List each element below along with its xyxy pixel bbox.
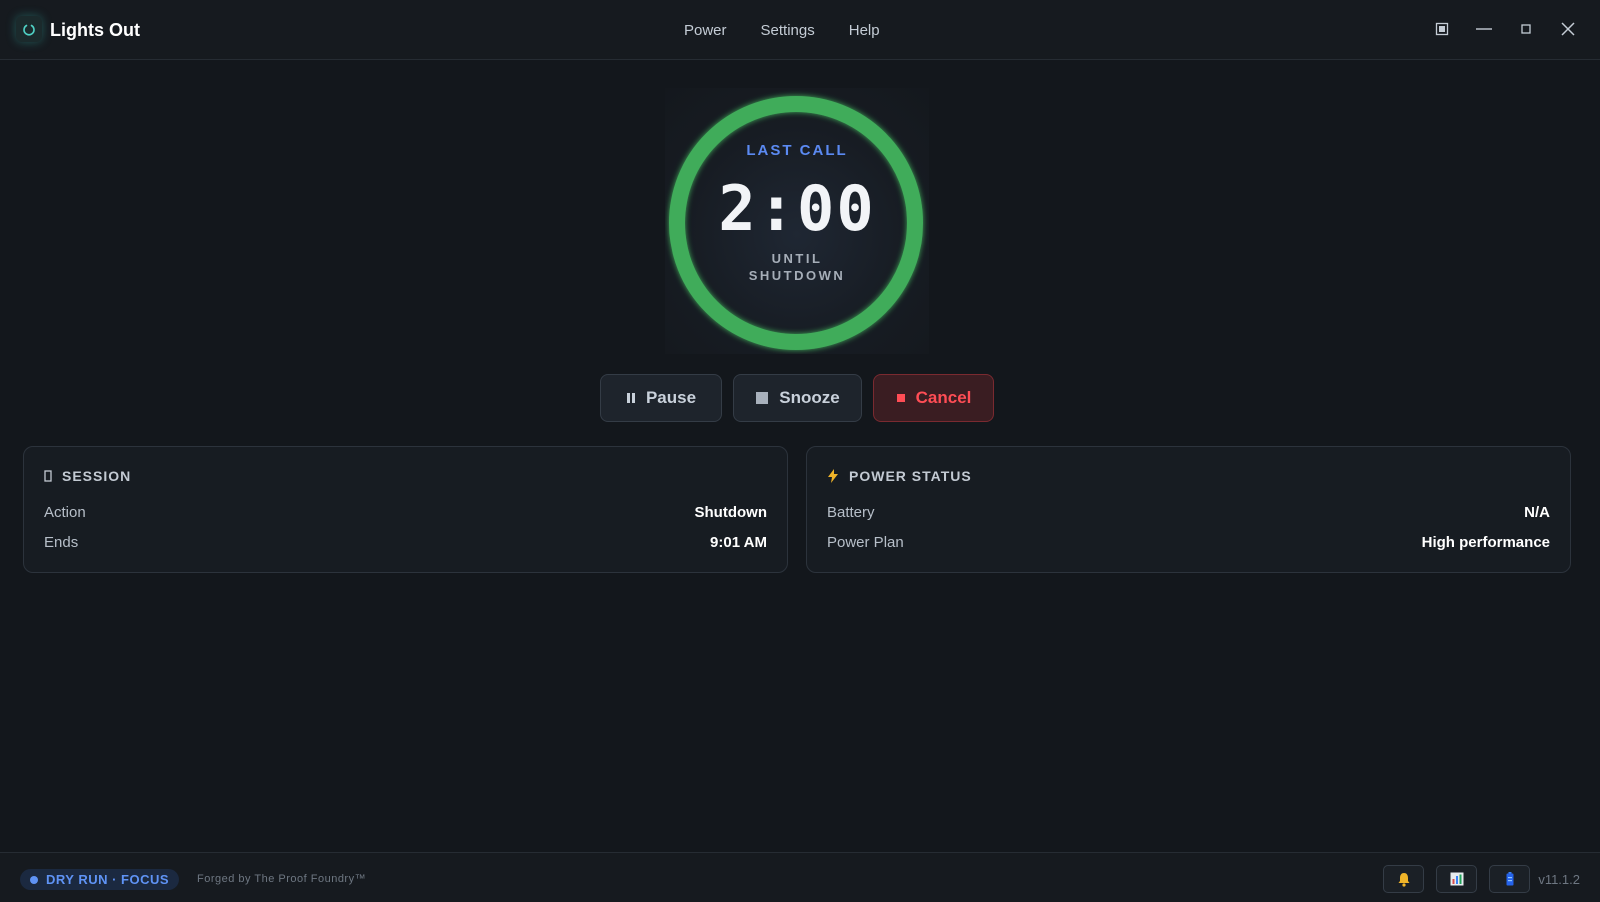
session-action-value: Shutdown [694, 504, 767, 521]
countdown-timer: LAST CALL 2:00 UNTIL SHUTDOWN [665, 88, 929, 354]
battery-button[interactable] [1489, 865, 1530, 893]
timer-actions: Pause Snooze Cancel [600, 374, 994, 422]
bar-chart-icon [1450, 872, 1463, 886]
maximize-icon [1521, 24, 1531, 34]
power-row-plan: Power Plan High performance [827, 534, 1550, 551]
close-icon [1561, 22, 1575, 36]
power-row-battery: Battery N/A [827, 504, 1550, 521]
timer-bottom-label-line1: UNTIL [771, 251, 823, 266]
pause-button[interactable]: Pause [600, 374, 722, 422]
session-row-ends: Ends 9:01 AM [44, 534, 767, 551]
menu-help[interactable]: Help [849, 22, 880, 39]
session-action-key: Action [44, 504, 86, 521]
compact-mode-button[interactable] [1432, 18, 1452, 40]
mode-dot-icon [30, 875, 38, 884]
battery-value: N/A [1524, 504, 1550, 521]
pause-label: Pause [645, 388, 697, 407]
cancel-button[interactable]: Cancel [873, 374, 994, 422]
bell-icon [1398, 872, 1409, 887]
session-heading: SESSION [44, 468, 131, 484]
pause-icon [626, 393, 635, 403]
menu-settings[interactable]: Settings [761, 22, 815, 39]
maximize-button[interactable] [1516, 18, 1536, 40]
power-status-heading-label: POWER STATUS [849, 468, 972, 484]
power-plan-key: Power Plan [827, 534, 904, 551]
status-bar: DRY RUN · FOCUS Forged by The Proof Foun… [0, 852, 1600, 902]
square-icon [756, 392, 769, 404]
title-bar: Lights Out Power Settings Help [0, 0, 1600, 60]
stats-button[interactable] [1436, 865, 1477, 893]
snooze-button[interactable]: Snooze [733, 374, 862, 422]
menu-power[interactable]: Power [684, 22, 727, 39]
session-ends-key: Ends [44, 534, 79, 551]
window-controls [1432, 18, 1578, 40]
timer-bottom-label-line2: SHUTDOWN [748, 268, 846, 283]
timer-top-label: LAST CALL [746, 142, 848, 159]
timer-bottom-label: UNTIL SHUTDOWN [665, 250, 929, 284]
battery-key: Battery [827, 504, 875, 521]
mode-label: DRY RUN · FOCUS [46, 872, 170, 887]
session-heading-label: SESSION [62, 468, 132, 484]
status-icons [1383, 865, 1530, 893]
stop-icon [896, 394, 905, 402]
session-panel: SESSION Action Shutdown Ends 9:01 AM [23, 446, 788, 573]
lightning-bolt-icon [828, 469, 838, 483]
version-label: v11.1.2 [1538, 872, 1580, 887]
power-logo-icon [16, 16, 42, 42]
timer-remaining: 2:00 [718, 172, 876, 245]
mode-badge[interactable]: DRY RUN · FOCUS [20, 869, 180, 890]
rectangle-icon [44, 470, 52, 482]
compact-mode-icon [1435, 22, 1449, 36]
minimize-icon [1476, 28, 1492, 30]
power-plan-value: High performance [1421, 534, 1550, 551]
main-menu: Power Settings Help [684, 22, 880, 39]
snooze-label: Snooze [779, 388, 840, 407]
session-ends-value: 9:01 AM [710, 534, 767, 551]
credit-text: Forged by The Proof Foundry™ [197, 873, 367, 885]
minimize-button[interactable] [1474, 18, 1494, 40]
power-status-heading: POWER STATUS [827, 468, 972, 484]
session-row-action: Action Shutdown [44, 504, 767, 521]
power-status-panel: POWER STATUS Battery N/A Power Plan High… [806, 446, 1571, 573]
close-button[interactable] [1558, 18, 1578, 40]
cancel-label: Cancel [915, 388, 972, 407]
notifications-button[interactable] [1383, 865, 1424, 893]
app-title: Lights Out [50, 20, 140, 40]
battery-icon [1506, 872, 1513, 886]
